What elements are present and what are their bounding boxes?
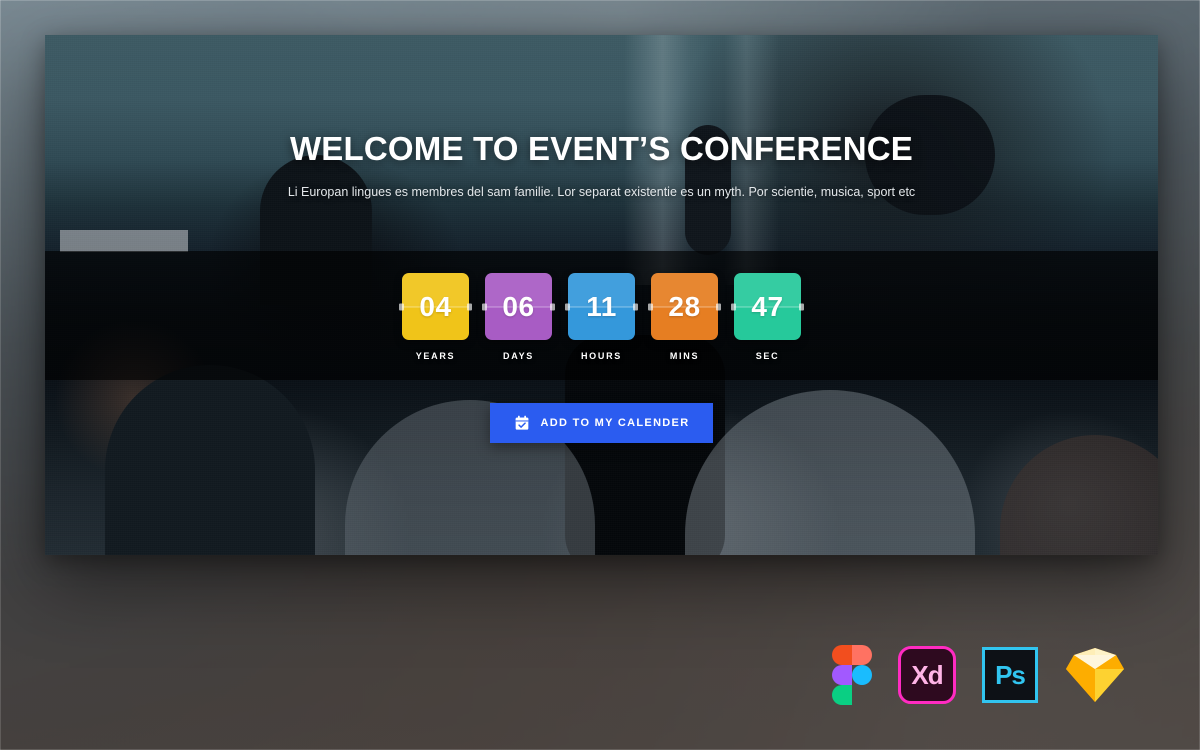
countdown-value-years: 04 [419, 290, 452, 322]
hero-subtitle: Li Europan lingues es membres del sam fa… [287, 185, 916, 199]
countdown-value-mins: 28 [668, 290, 701, 322]
countdown-card-mins: 28 [648, 273, 721, 340]
app-icon-strip: Xd Ps [832, 645, 1126, 705]
flip-notch-right [799, 303, 804, 310]
figma-shape-top-right [852, 645, 872, 665]
figma-shape-mid-right [852, 665, 872, 685]
countdown-label-years: YEARS [415, 351, 456, 361]
countdown-value-sec: 47 [751, 290, 784, 322]
figma-icon[interactable] [832, 645, 872, 705]
figma-shape-mid-left [832, 665, 852, 685]
countdown-timer: 04 YEARS 06 DAYS 11 HOURS 28 MINS 47 SEC [45, 273, 1158, 361]
countdown-unit-hours: 11 HOURS [565, 273, 638, 361]
figma-shape-top-left [832, 645, 852, 665]
hero-mockup-card: WELCOME TO EVENT’S CONFERENCE Li Europan… [45, 35, 1158, 555]
adobe-xd-icon[interactable]: Xd [898, 646, 956, 704]
countdown-label-mins: MINS [669, 351, 700, 361]
flip-notch-left [482, 303, 487, 310]
flip-notch-left [565, 303, 570, 310]
flip-notch-right [550, 303, 555, 310]
add-to-calendar-label: ADD TO MY CALENDER [540, 417, 690, 429]
flip-notch-left [648, 303, 653, 310]
add-to-calendar-button[interactable]: ADD TO MY CALENDER [489, 403, 714, 443]
countdown-unit-sec: 47 SEC [731, 273, 804, 361]
photoshop-icon[interactable]: Ps [982, 647, 1038, 703]
countdown-card-days: 06 [482, 273, 555, 340]
cta-container: ADD TO MY CALENDER [45, 403, 1158, 443]
countdown-value-days: 06 [502, 290, 535, 322]
flip-notch-right [716, 303, 721, 310]
flip-notch-left [731, 303, 736, 310]
flip-notch-left [399, 303, 404, 310]
countdown-unit-days: 06 DAYS [482, 273, 555, 361]
countdown-label-sec: SEC [755, 351, 780, 361]
flip-notch-right [467, 303, 472, 310]
countdown-label-hours: HOURS [580, 351, 622, 361]
countdown-card-hours: 11 [565, 273, 638, 340]
countdown-card-years: 04 [399, 273, 472, 340]
countdown-card-sec: 47 [731, 273, 804, 340]
calendar-check-icon [514, 415, 530, 431]
figma-shape-bottom-left [832, 685, 852, 705]
sketch-icon[interactable] [1064, 646, 1126, 704]
page-title: WELCOME TO EVENT’S CONFERENCE [289, 130, 914, 167]
adobe-xd-label: Xd [911, 659, 943, 690]
countdown-unit-years: 04 YEARS [399, 273, 472, 361]
countdown-unit-mins: 28 MINS [648, 273, 721, 361]
countdown-value-hours: 11 [586, 290, 617, 322]
photoshop-label: Ps [995, 659, 1026, 690]
hero-copy: WELCOME TO EVENT’S CONFERENCE Li Europan… [45, 130, 1158, 199]
countdown-label-days: DAYS [503, 351, 534, 361]
flip-notch-right [633, 303, 638, 310]
